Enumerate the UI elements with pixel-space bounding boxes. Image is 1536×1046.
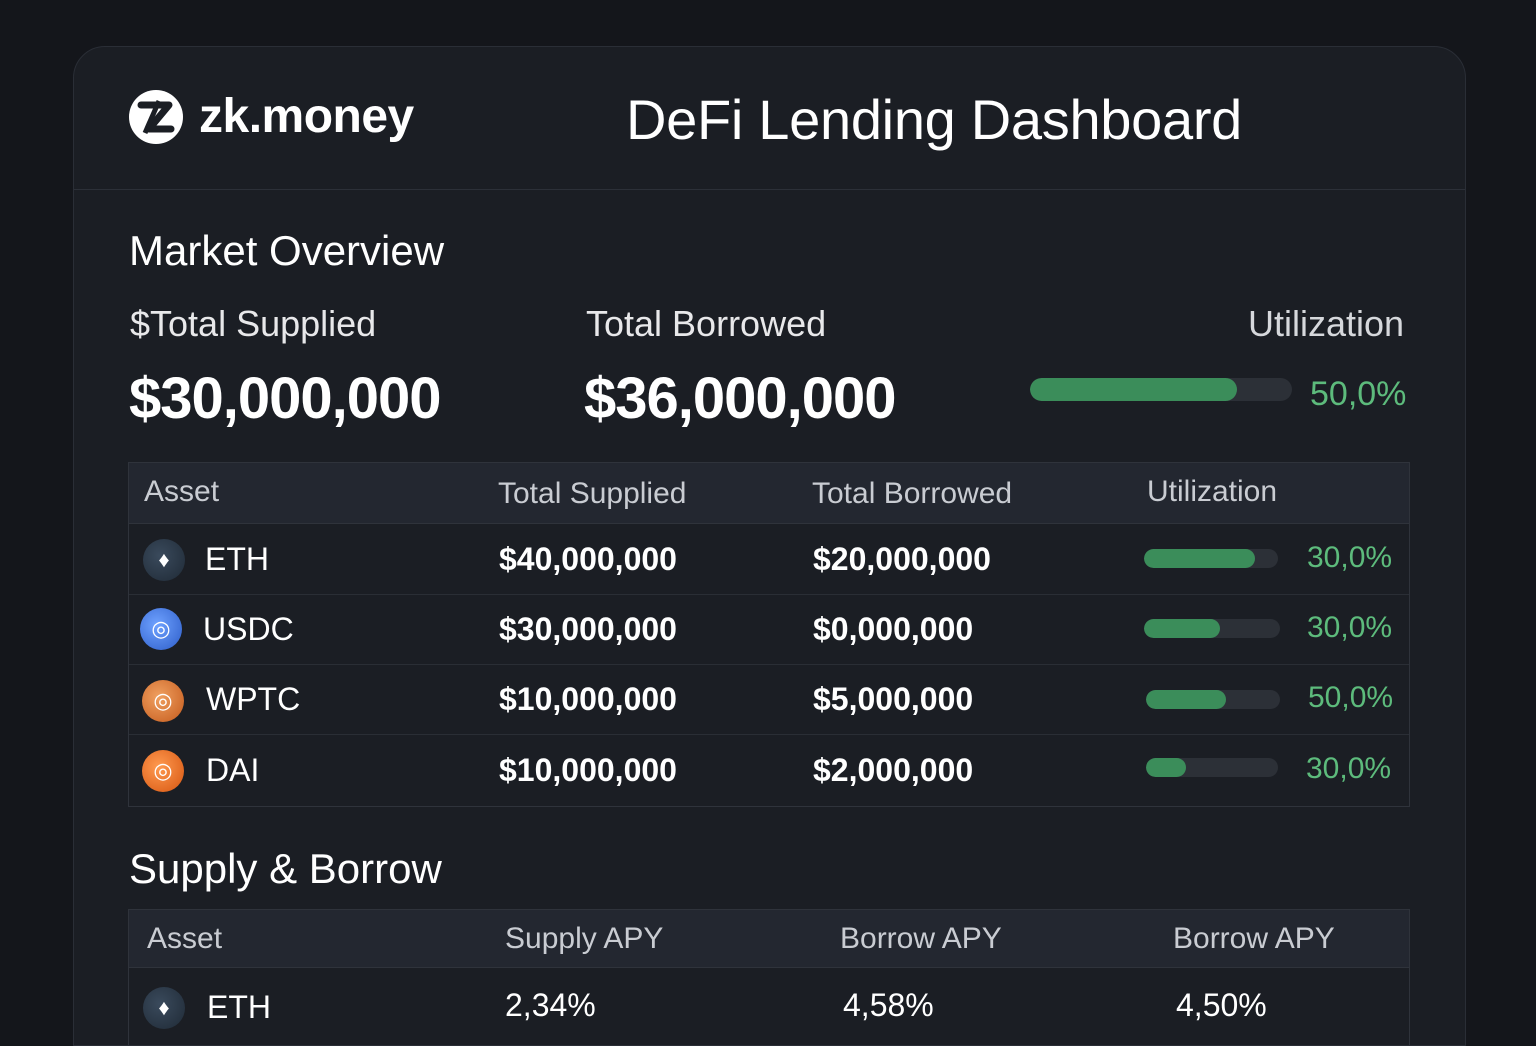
header: zk.money DeFi Lending Dashboard [74, 47, 1465, 190]
utilization-percent: 30,0% [1307, 611, 1393, 644]
apy-table: Asset Supply APY Borrow APY Borrow APY ♦… [128, 909, 1410, 1045]
total-borrowed-cell: $2,000,000 [813, 752, 974, 788]
total-supplied-value: $30,000,000 [129, 366, 442, 431]
utilization-bar-fill [1146, 758, 1186, 777]
utilization-bar [1030, 378, 1292, 401]
col-borrow-apy-2: Borrow APY [1173, 922, 1335, 955]
page-title: DeFi Lending Dashboard [626, 88, 1243, 151]
table-row[interactable]: ◎ USDC $30,000,000 $0,000,000 30,0% [129, 594, 1409, 665]
dai-icon: ◎ [142, 750, 184, 792]
total-borrowed-cell: $5,000,000 [813, 681, 974, 717]
total-supplied-cell: $10,000,000 [499, 752, 677, 788]
table-row[interactable]: ♦ ETH 2,34% 4,58% 4,50% [129, 967, 1409, 1045]
asset-name: WPTC [206, 681, 301, 717]
utilization-percent: 30,0% [1307, 541, 1393, 574]
total-supplied-label: $Total Supplied [130, 303, 377, 344]
utilization-bar [1144, 619, 1280, 638]
utilization-percent: 50,0% [1310, 375, 1407, 413]
table-row[interactable]: ◎ DAI $10,000,000 $2,000,000 30,0% [129, 734, 1409, 806]
logo[interactable]: zk.money [129, 89, 414, 144]
table-header: Asset Total Supplied Total Borrowed Util… [129, 463, 1409, 524]
utilization-label: Utilization [1248, 303, 1405, 344]
supply-apy-cell: 2,34% [505, 987, 596, 1023]
col-total-supplied: Total Supplied [498, 477, 687, 510]
logo-text: zk.money [199, 90, 414, 143]
col-asset: Asset [144, 475, 220, 508]
asset-name: ETH [205, 541, 269, 577]
utilization-bar [1144, 549, 1278, 568]
table-header: Asset Supply APY Borrow APY Borrow APY [129, 910, 1409, 968]
dashboard-card: zk.money DeFi Lending Dashboard Market O… [73, 46, 1466, 1046]
asset-name: USDC [203, 611, 294, 647]
col-supply-apy: Supply APY [505, 922, 664, 955]
asset-name: DAI [206, 752, 260, 788]
col-asset: Asset [147, 922, 223, 955]
total-borrowed-cell: $0,000,000 [813, 611, 974, 647]
utilization-bar-fill [1144, 549, 1256, 568]
borrow-apy-cell: 4,58% [843, 987, 934, 1023]
usdc-icon: ◎ [140, 608, 182, 650]
col-total-borrowed: Total Borrowed [812, 477, 1013, 510]
total-supplied-cell: $10,000,000 [499, 681, 677, 717]
markets-table: Asset Total Supplied Total Borrowed Util… [128, 462, 1410, 807]
market-overview-title: Market Overview [129, 227, 445, 274]
utilization-bar-fill [1030, 378, 1237, 401]
total-supplied-cell: $30,000,000 [499, 611, 677, 647]
supply-borrow-title: Supply & Borrow [129, 845, 442, 892]
table-row[interactable]: ♦ ETH $40,000,000 $20,000,000 30,0% [129, 523, 1409, 595]
total-borrowed-value: $36,000,000 [584, 366, 897, 431]
utilization-bar [1146, 758, 1278, 777]
utilization-percent: 30,0% [1306, 752, 1392, 785]
total-borrowed-cell: $20,000,000 [813, 541, 991, 577]
total-supplied-cell: $40,000,000 [499, 541, 677, 577]
asset-name: ETH [207, 989, 271, 1025]
borrow-apy-2-cell: 4,50% [1176, 987, 1267, 1023]
utilization-bar-fill [1146, 690, 1227, 709]
utilization-bar-fill [1144, 619, 1221, 638]
eth-icon: ♦ [143, 539, 185, 581]
total-borrowed-label: Total Borrowed [586, 303, 827, 344]
utilization-percent: 50,0% [1308, 681, 1394, 714]
eth-icon: ♦ [143, 987, 185, 1029]
wbtc-icon: ◎ [142, 680, 184, 722]
table-row[interactable]: ◎ WPTC $10,000,000 $5,000,000 50,0% [129, 664, 1409, 735]
zk-logo-icon [129, 89, 183, 144]
utilization-bar [1146, 690, 1280, 709]
col-utilization: Utilization [1147, 475, 1278, 508]
col-borrow-apy: Borrow APY [840, 922, 1002, 955]
